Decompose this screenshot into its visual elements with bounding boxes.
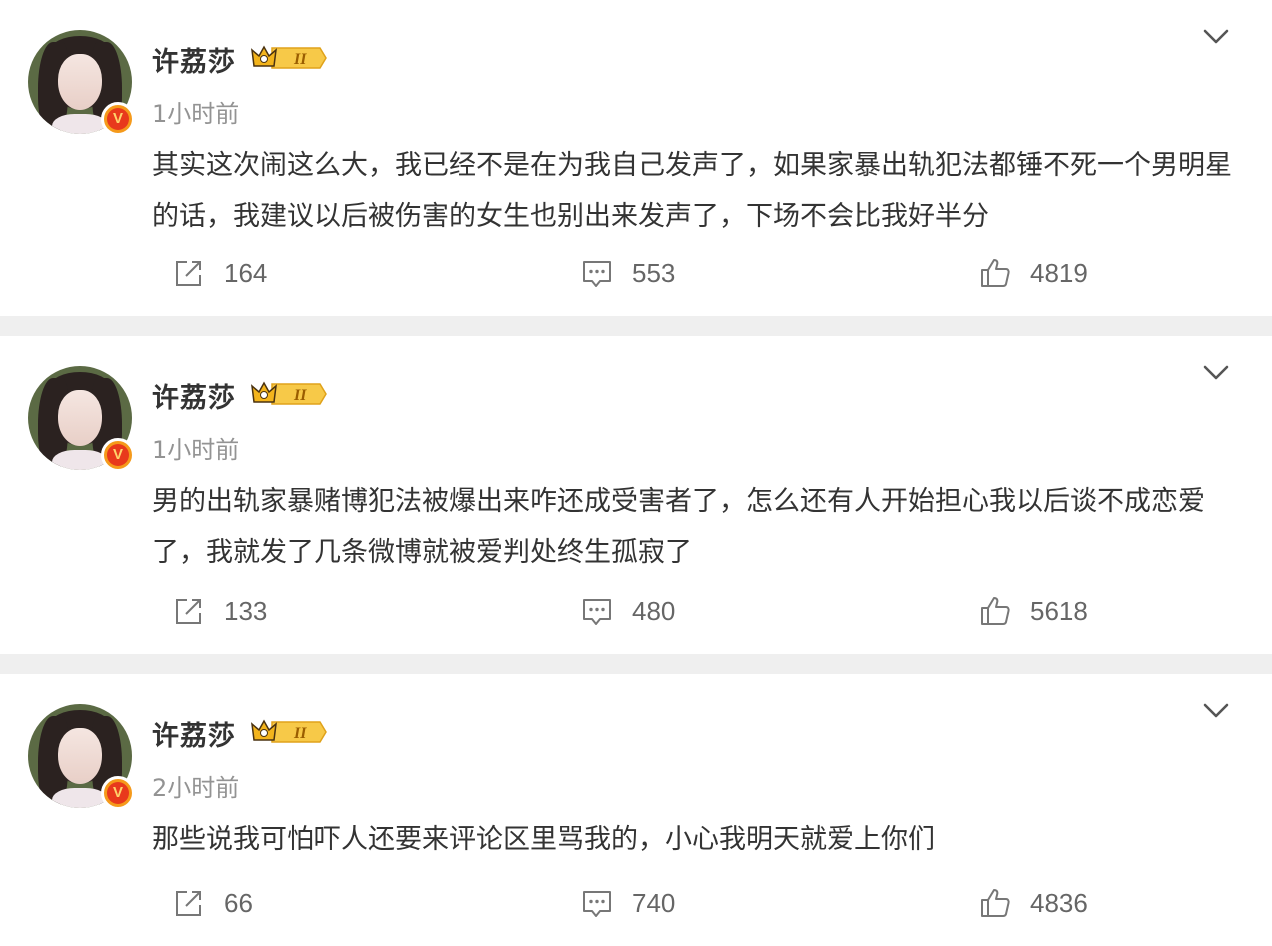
comment-button[interactable]: 740	[580, 884, 675, 922]
svg-text:II: II	[293, 725, 307, 742]
comment-button[interactable]: 480	[580, 592, 675, 630]
like-button[interactable]: 4819	[978, 254, 1088, 292]
repost-icon	[176, 891, 201, 916]
repost-icon	[176, 599, 201, 624]
repost-button[interactable]: 164	[172, 254, 267, 292]
like-icon	[981, 597, 1010, 625]
like-button[interactable]: 4836	[978, 884, 1088, 922]
action-bar: 66 740 4836	[0, 884, 1272, 922]
post-card: V 许荔莎 II 1小时前 男的出轨家暴赌博犯法被爆出来咋还成受害者了，怎么还有…	[0, 336, 1272, 654]
action-bar: 133 480 5618	[0, 592, 1272, 630]
comment-button[interactable]: 553	[580, 254, 675, 292]
repost-button[interactable]: 133	[172, 592, 267, 630]
comment-icon	[583, 599, 611, 625]
comment-count: 480	[632, 595, 676, 626]
chevron-down-icon[interactable]	[1202, 28, 1230, 46]
post-time: 2小时前	[152, 774, 240, 802]
action-bar: 164 553 4819	[0, 254, 1272, 292]
author-name[interactable]: 许荔莎	[152, 40, 236, 79]
svg-text:II: II	[293, 387, 307, 404]
author-name[interactable]: 许荔莎	[152, 714, 236, 753]
comment-icon	[583, 891, 611, 917]
like-icon	[981, 259, 1010, 287]
verified-badge-icon: V	[101, 776, 135, 810]
crown-icon[interactable]: II	[250, 44, 328, 72]
like-button[interactable]: 5618	[978, 592, 1088, 630]
post-text: 其实这次闹这么大，我已经不是在为我自己发声了，如果家暴出轨犯法都锤不死一个男明星…	[152, 150, 1232, 232]
repost-count: 133	[224, 595, 268, 626]
post-text: 那些说我可怕吓人还要来评论区里骂我的，小心我明天就爱上你们	[152, 824, 935, 855]
comment-icon	[583, 261, 611, 287]
post-time: 1小时前	[152, 100, 240, 128]
verified-badge-icon: V	[101, 102, 135, 136]
repost-button[interactable]: 66	[172, 884, 253, 922]
post-card: V 许荔莎 II 1小时前 其实这次闹这么大，我已经不是在为我自己发声了，如果家…	[0, 0, 1272, 316]
comment-count: 740	[632, 887, 676, 918]
like-icon	[981, 889, 1010, 917]
post-time: 1小时前	[152, 436, 240, 464]
weibo-feed: V 许荔莎 II 1小时前 其实这次闹这么大，我已经不是在为我自己发声了，如果家…	[0, 0, 1272, 946]
repost-count: 66	[224, 887, 253, 918]
like-count: 5618	[1030, 595, 1088, 626]
post-card: V 许荔莎 II 2小时前 那些说我可怕吓人还要来评论区里骂我的，小心我明天就爱…	[0, 674, 1272, 946]
crown-icon[interactable]: II	[250, 380, 328, 408]
repost-count: 164	[224, 257, 268, 288]
like-count: 4819	[1030, 257, 1088, 288]
like-count: 4836	[1030, 887, 1088, 918]
comment-count: 553	[632, 257, 676, 288]
verified-badge-icon: V	[101, 438, 135, 472]
repost-icon	[176, 261, 201, 286]
chevron-down-icon[interactable]	[1202, 364, 1230, 382]
svg-text:II: II	[293, 51, 307, 68]
author-name[interactable]: 许荔莎	[152, 376, 236, 415]
post-text: 男的出轨家暴赌博犯法被爆出来咋还成受害者了，怎么还有人开始担心我以后谈不成恋爱了…	[152, 486, 1205, 568]
crown-icon[interactable]: II	[250, 718, 328, 746]
chevron-down-icon[interactable]	[1202, 702, 1230, 720]
